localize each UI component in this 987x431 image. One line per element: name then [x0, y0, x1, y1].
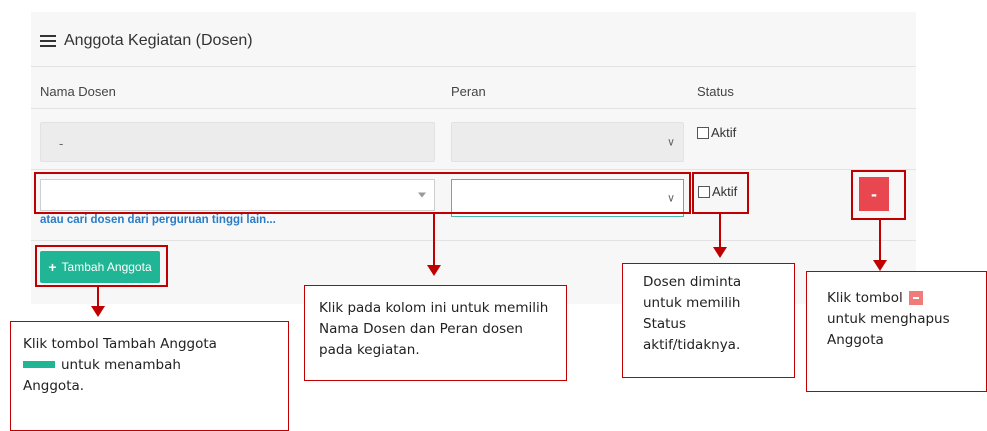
- nama-dosen-field-disabled: -: [40, 122, 435, 162]
- highlight-status: [692, 172, 749, 214]
- callout-text: Klik tombol: [827, 290, 903, 306]
- arrow-head: [713, 247, 727, 258]
- callout-text: untuk menambah: [61, 356, 181, 373]
- divider: [31, 169, 916, 170]
- callout-kolom: Klik pada kolom ini untuk memilih Nama D…: [304, 285, 567, 381]
- column-header-peran: Peran: [451, 84, 486, 99]
- callout-text: Klik tombol Tambah Anggota: [23, 336, 217, 352]
- peran-select-disabled: ∨: [451, 122, 684, 162]
- callout-status: Dosen diminta untuk memilih Status aktif…: [622, 263, 795, 378]
- cari-dosen-link[interactable]: atau cari dosen dari perguruan tinggi la…: [40, 214, 276, 226]
- chevron-down-icon: ∨: [666, 136, 675, 149]
- hapus-mini-icon: [908, 291, 923, 305]
- status-checkbox-row1[interactable]: Aktif: [697, 125, 736, 140]
- highlight-tambah: [35, 245, 168, 287]
- callout-tambah: Klik tombol Tambah Anggota untuk menamba…: [10, 321, 289, 431]
- arrow-head: [873, 260, 887, 271]
- tambah-anggota-mini-icon: [23, 361, 55, 369]
- list-icon: [40, 35, 56, 48]
- card-header: Anggota Kegiatan (Dosen): [40, 32, 253, 50]
- checkbox-icon[interactable]: [697, 126, 709, 139]
- arrow-line: [97, 287, 99, 307]
- callout-text: Klik pada kolom ini untuk memilih Nama D…: [319, 300, 549, 358]
- status-label: Aktif: [711, 125, 737, 140]
- arrow-line: [719, 214, 721, 248]
- callout-hapus: Klik tombol untuk menghapus Anggota: [806, 271, 987, 392]
- highlight-hapus: [851, 170, 906, 220]
- divider: [31, 108, 916, 109]
- callout-text: Anggota.: [23, 377, 85, 394]
- card-title: Anggota Kegiatan (Dosen): [64, 32, 253, 49]
- column-header-status: Status: [697, 84, 734, 99]
- callout-text: untuk menghapus Anggota: [827, 310, 950, 348]
- arrow-head: [91, 306, 105, 317]
- column-header-nama: Nama Dosen: [40, 84, 116, 99]
- highlight-kolom: [34, 172, 691, 214]
- arrow-line: [433, 214, 435, 266]
- arrow-line: [879, 220, 881, 261]
- nama-dosen-value: -: [59, 136, 64, 151]
- callout-text-line: Klik tombol: [827, 288, 976, 309]
- arrow-head: [427, 265, 441, 276]
- divider: [31, 240, 916, 241]
- callout-text-line: untuk menambah: [23, 355, 288, 376]
- callout-text: Dosen diminta untuk memilih Status aktif…: [643, 274, 742, 353]
- divider: [31, 66, 916, 67]
